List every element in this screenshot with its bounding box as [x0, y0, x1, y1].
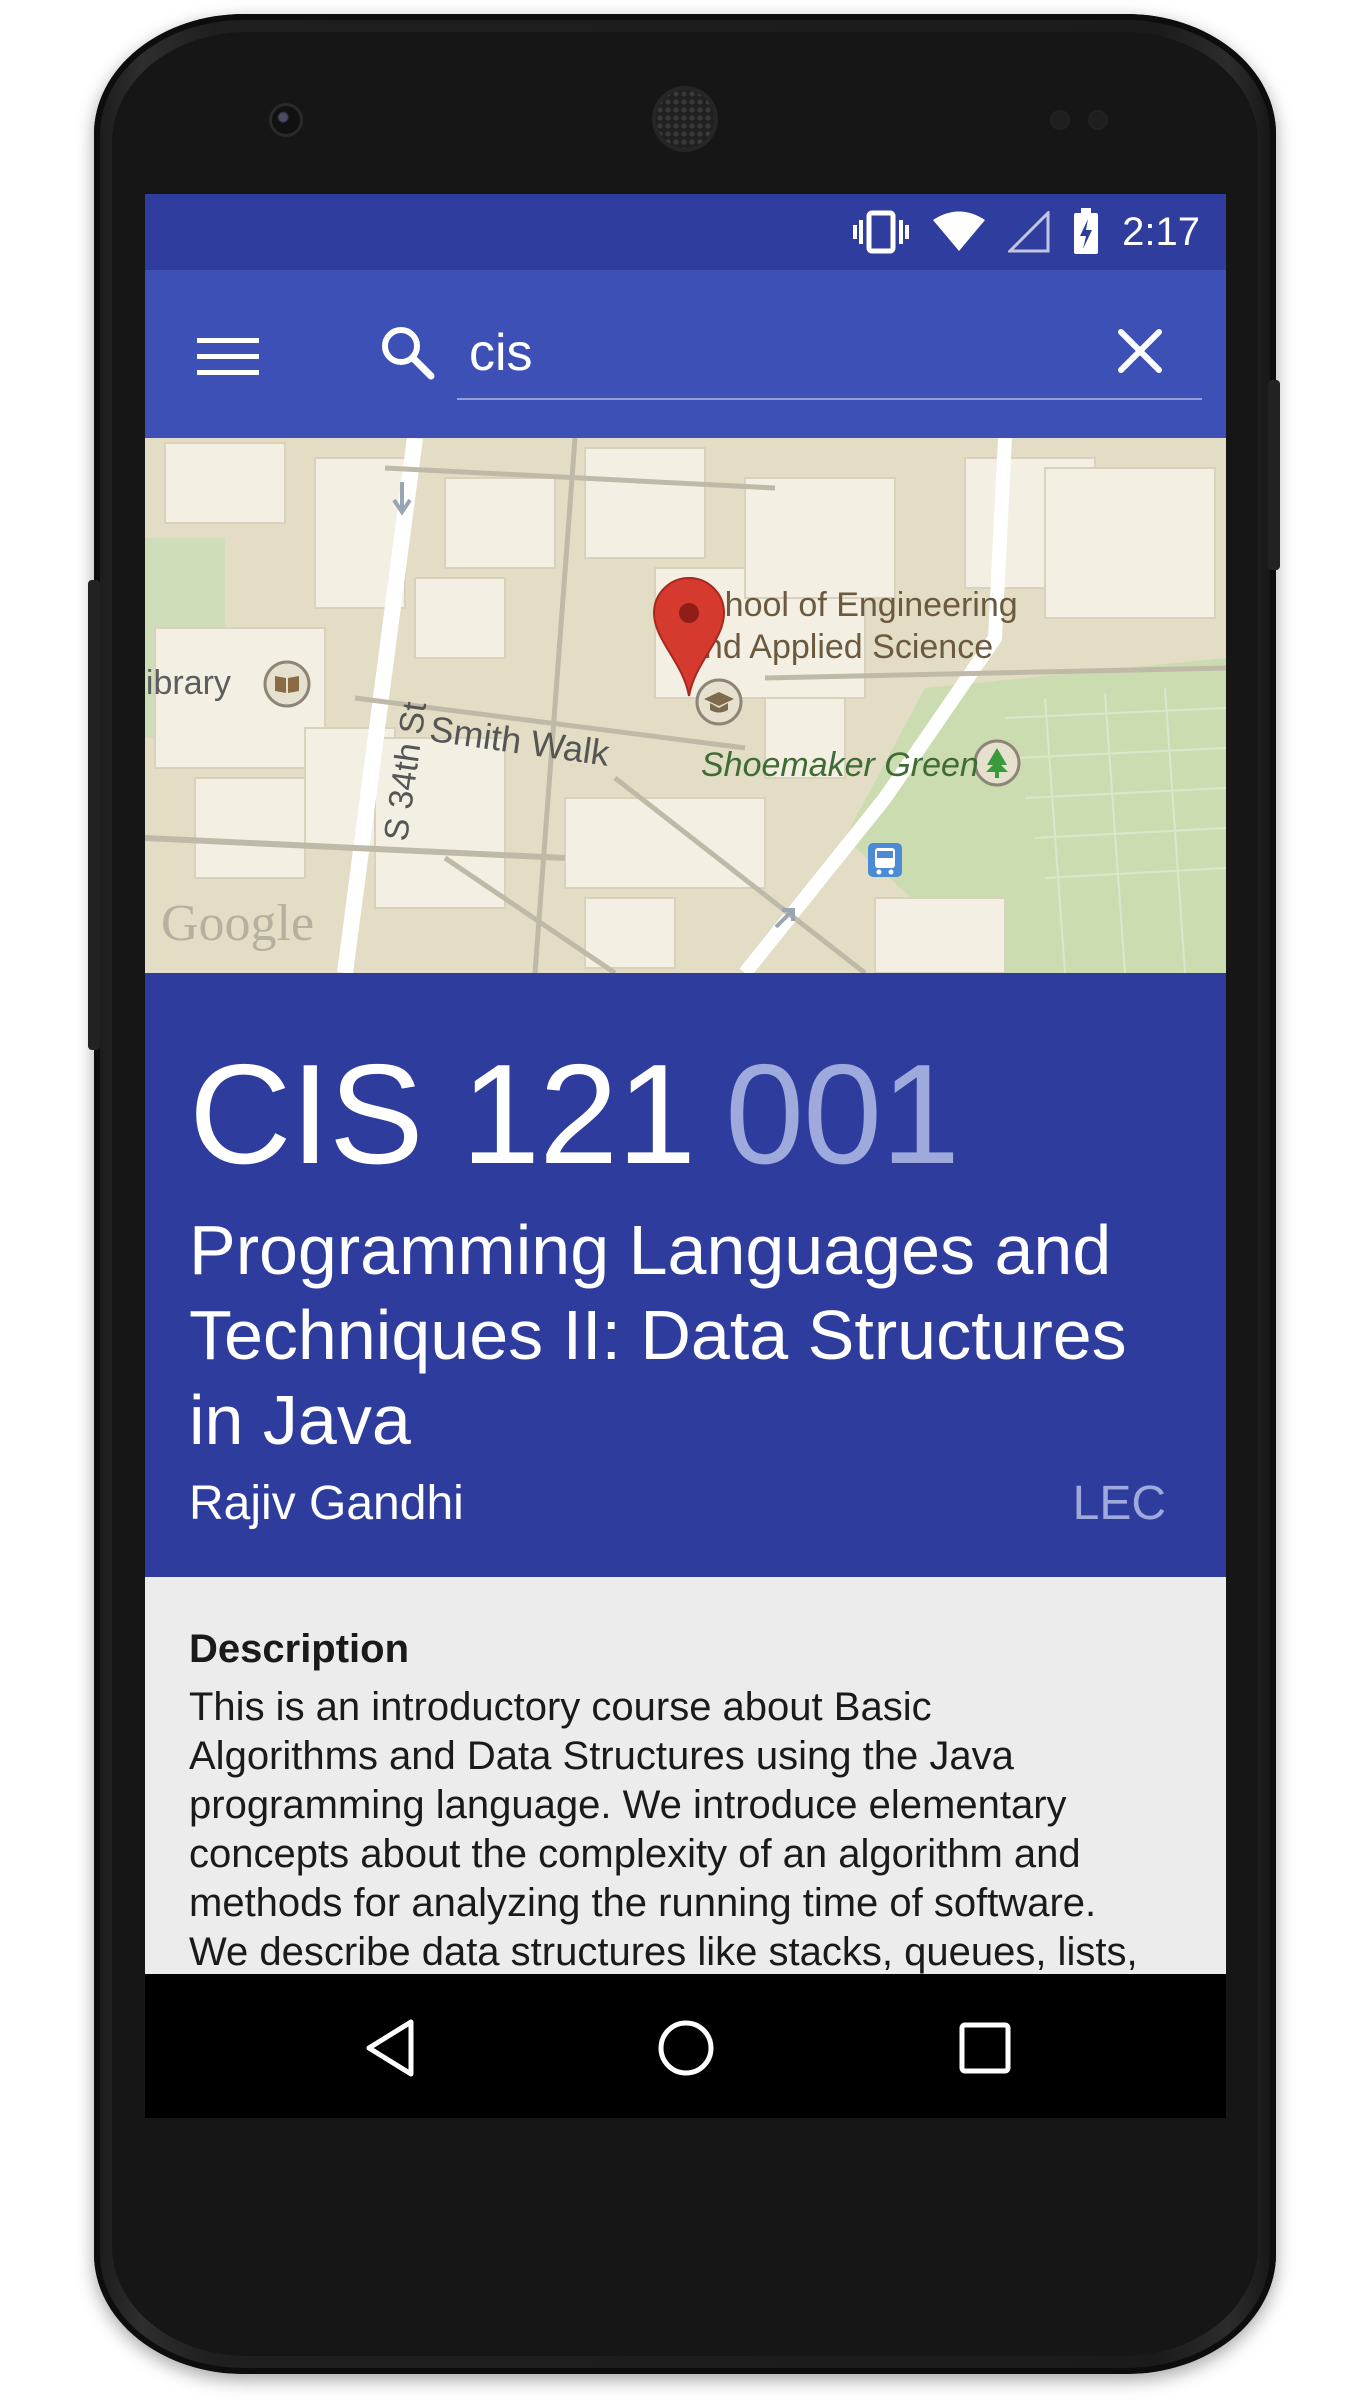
clock: 2:17	[1122, 209, 1200, 254]
map-label-shoemaker: Shoemaker Green	[701, 746, 979, 784]
cell-signal-icon	[1008, 211, 1050, 253]
one-way-arrow-icon	[774, 908, 795, 929]
volume-button	[88, 580, 100, 1050]
search-toolbar	[145, 270, 1226, 438]
home-icon[interactable]	[654, 2016, 718, 2080]
description-line: This is an introductory course about Bas…	[189, 1685, 932, 1729]
course-section: 001	[725, 1035, 960, 1194]
proximity-sensor	[1052, 112, 1068, 128]
close-icon[interactable]	[1115, 326, 1165, 376]
menu-icon[interactable]	[197, 338, 259, 376]
navigation-bar	[145, 1974, 1226, 2118]
power-button	[1268, 380, 1280, 570]
description-line: Algorithms and Data Structures using the…	[189, 1734, 1014, 1778]
description-line: concepts about the complexity of an algo…	[189, 1832, 1081, 1876]
recents-icon[interactable]	[953, 2016, 1017, 2080]
book-icon[interactable]	[263, 660, 311, 708]
description-line: methods for analyzing the running time o…	[189, 1881, 1097, 1925]
search-input[interactable]	[469, 318, 1069, 388]
status-bar: 2:17	[145, 194, 1226, 270]
app-screen: 2:17 cis ibrary School of Engineering an…	[145, 194, 1226, 2118]
description-section: Description This is an introductory cour…	[145, 1577, 1226, 1977]
map-label-school: School of Engineering	[685, 586, 1018, 624]
bus-icon[interactable]	[866, 841, 904, 879]
front-camera	[272, 106, 300, 134]
light-sensor	[1090, 112, 1106, 128]
description-line: We describe data structures like stacks,…	[189, 1930, 1138, 1974]
map-pin-icon[interactable]	[651, 576, 727, 698]
google-logo: Google	[161, 895, 315, 952]
course-code: CIS 121 001	[189, 1033, 960, 1197]
search-icon[interactable]	[377, 322, 437, 382]
wifi-icon	[933, 211, 986, 251]
back-icon[interactable]	[359, 2016, 423, 2080]
battery-charging-icon	[1074, 208, 1099, 254]
course-title: Programming Languages and Techniques II:…	[189, 1211, 1127, 1459]
map-label-library: Library	[145, 664, 231, 702]
description-body: This is an introductory course about Bas…	[189, 1683, 1199, 1977]
campus-map[interactable]: Library School of Engineering and Applie…	[145, 438, 1226, 973]
course-type: LEC	[1072, 1477, 1166, 1530]
description-heading: Description	[189, 1627, 410, 1671]
instructor-name[interactable]: Rajiv Gandhi	[189, 1476, 464, 1531]
tree-icon[interactable]	[972, 738, 1022, 788]
course-header: CIS 121 001 Programming Languages and Tec…	[145, 973, 1226, 1577]
one-way-arrow-icon	[392, 482, 412, 516]
search-field[interactable]	[457, 306, 1202, 400]
vibrate-icon	[853, 210, 910, 254]
map-label-school-line2: and Applied Science	[685, 628, 994, 666]
description-line: programming language. We introduce eleme…	[189, 1783, 1067, 1827]
course-number: CIS 121	[189, 1035, 696, 1194]
earpiece-speaker	[656, 90, 714, 148]
